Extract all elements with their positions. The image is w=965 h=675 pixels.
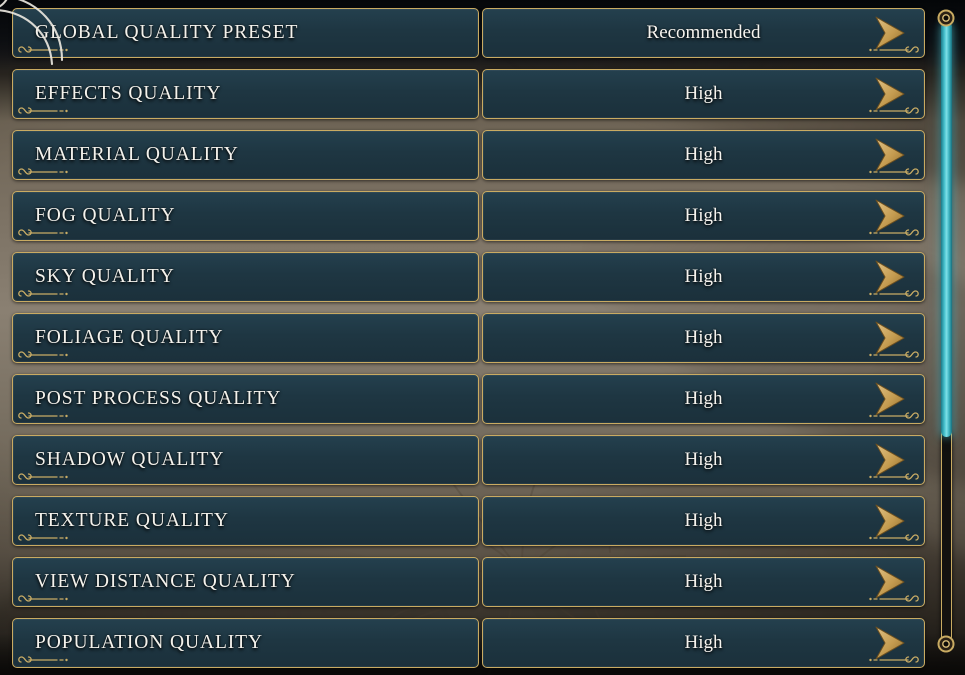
setting-row[interactable]: SHADOW QUALITY High — [0, 435, 925, 485]
corner-flourish-icon — [17, 285, 81, 299]
corner-flourish-icon — [856, 529, 920, 543]
setting-label-panel[interactable]: MATERIAL QUALITY — [12, 130, 479, 180]
scrollbar-thumb[interactable] — [941, 22, 952, 438]
setting-row[interactable]: EFFECTS QUALITY High — [0, 69, 925, 119]
setting-row[interactable]: GLOBAL QUALITY PRESET Recommended — [0, 8, 925, 58]
setting-label-panel[interactable]: EFFECTS QUALITY — [12, 69, 479, 119]
corner-flourish-icon — [856, 651, 920, 665]
setting-value-panel[interactable]: High — [482, 252, 925, 302]
setting-value-panel[interactable]: High — [482, 496, 925, 546]
setting-row[interactable]: FOLIAGE QUALITY High — [0, 313, 925, 363]
setting-row[interactable]: FOG QUALITY High — [0, 191, 925, 241]
setting-row[interactable]: POST PROCESS QUALITY High — [0, 374, 925, 424]
corner-flourish-icon — [856, 407, 920, 421]
corner-flourish-icon — [17, 590, 81, 604]
setting-label-panel[interactable]: SKY QUALITY — [12, 252, 479, 302]
corner-flourish-icon — [856, 102, 920, 116]
setting-label-panel[interactable]: POPULATION QUALITY — [12, 618, 479, 668]
corner-flourish-icon — [856, 346, 920, 360]
corner-flourish-icon — [17, 41, 81, 55]
setting-label-panel[interactable]: FOLIAGE QUALITY — [12, 313, 479, 363]
corner-flourish-icon — [856, 590, 920, 604]
setting-label-panel[interactable]: GLOBAL QUALITY PRESET — [12, 8, 479, 58]
setting-value-panel[interactable]: Recommended — [482, 8, 925, 58]
setting-row[interactable]: MATERIAL QUALITY High — [0, 130, 925, 180]
corner-flourish-icon — [17, 651, 81, 665]
corner-flourish-icon — [856, 285, 920, 299]
setting-value-panel[interactable]: High — [482, 313, 925, 363]
scrollbar[interactable] — [936, 8, 956, 658]
setting-value-panel[interactable]: High — [482, 557, 925, 607]
corner-flourish-icon — [17, 407, 81, 421]
corner-flourish-icon — [856, 163, 920, 177]
setting-label-panel[interactable]: VIEW DISTANCE QUALITY — [12, 557, 479, 607]
setting-value-panel[interactable]: High — [482, 130, 925, 180]
corner-flourish-icon — [856, 468, 920, 482]
corner-flourish-icon — [17, 224, 81, 238]
corner-flourish-icon — [17, 529, 81, 543]
corner-flourish-icon — [17, 102, 81, 116]
setting-value-panel[interactable]: High — [482, 374, 925, 424]
corner-flourish-icon — [856, 41, 920, 55]
setting-value-panel[interactable]: High — [482, 618, 925, 668]
corner-flourish-icon — [856, 224, 920, 238]
setting-value-panel[interactable]: High — [482, 435, 925, 485]
settings-list: GLOBAL QUALITY PRESET Recommended EFFECT… — [0, 0, 925, 675]
scrollbar-bottom-cap-icon — [937, 635, 955, 653]
scrollbar-top-cap-icon — [937, 9, 955, 27]
setting-label-panel[interactable]: POST PROCESS QUALITY — [12, 374, 479, 424]
setting-label-panel[interactable]: TEXTURE QUALITY — [12, 496, 479, 546]
corner-flourish-icon — [17, 468, 81, 482]
setting-row[interactable]: POPULATION QUALITY High — [0, 618, 925, 668]
setting-row[interactable]: TEXTURE QUALITY High — [0, 496, 925, 546]
setting-value-panel[interactable]: High — [482, 191, 925, 241]
setting-label-panel[interactable]: SHADOW QUALITY — [12, 435, 479, 485]
setting-label-panel[interactable]: FOG QUALITY — [12, 191, 479, 241]
corner-flourish-icon — [17, 346, 81, 360]
setting-value-panel[interactable]: High — [482, 69, 925, 119]
corner-flourish-icon — [17, 163, 81, 177]
setting-row[interactable]: SKY QUALITY High — [0, 252, 925, 302]
setting-row[interactable]: VIEW DISTANCE QUALITY High — [0, 557, 925, 607]
